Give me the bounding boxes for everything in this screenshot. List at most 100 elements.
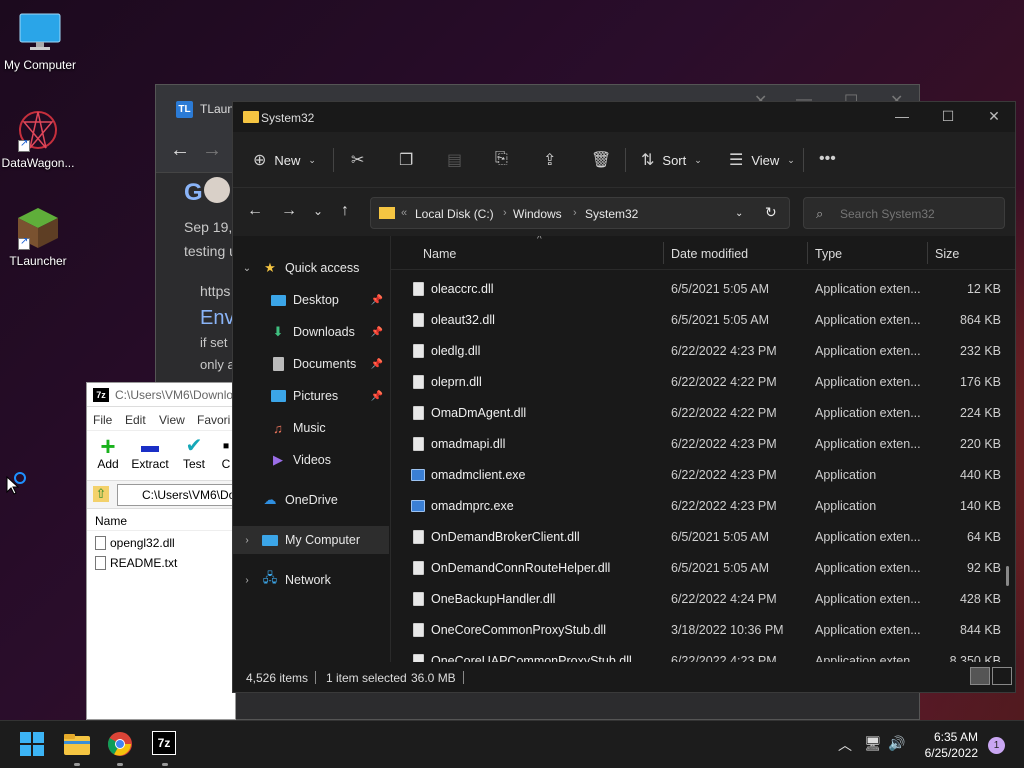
sidebar-item-pictures[interactable]: Pictures 📌: [233, 382, 389, 410]
overflow-chevron-icon[interactable]: «: [401, 207, 407, 219]
sidebar-item-desktop[interactable]: Desktop 📌: [233, 286, 389, 314]
search-input[interactable]: [840, 204, 990, 224]
breadcrumb-separator-icon[interactable]: ›: [573, 207, 577, 219]
maximize-button[interactable]: ☐: [925, 108, 971, 125]
sidebar-item-quick-access[interactable]: ⌄ ★ Quick access: [233, 254, 389, 282]
network-status-icon[interactable]: 🖥: [864, 735, 882, 752]
7zip-icon[interactable]: 7z: [152, 731, 180, 759]
back-icon[interactable]: ←: [247, 202, 263, 220]
table-row[interactable]: oleprn.dll 6/22/2022 4:22 PM Application e…: [391, 367, 1015, 398]
share-button[interactable]: ⇪: [543, 150, 556, 170]
address-bar[interactable]: « Local Disk (C:) › Windows › System32 ⌄…: [370, 197, 790, 229]
address-dropdown-chevron-icon[interactable]: ⌄: [735, 208, 743, 219]
column-resizer[interactable]: [927, 242, 928, 264]
table-row[interactable]: OneCoreCommonProxyStub.dll 3/18/2022 10:3…: [391, 615, 1015, 646]
table-row[interactable]: OneBackupHandler.dll 6/22/2022 4:24 PM App…: [391, 584, 1015, 615]
notification-badge[interactable]: 1: [988, 737, 1005, 754]
list-item[interactable]: opengl32.dll: [87, 531, 235, 551]
show-hidden-icons-chevron-icon[interactable]: ︿: [838, 735, 852, 755]
pin-icon[interactable]: 📌: [371, 391, 383, 402]
table-row[interactable]: omadmclient.exe 6/22/2022 4:23 PM Applicat…: [391, 460, 1015, 491]
delete-button[interactable]: 🗑: [591, 150, 611, 170]
column-header-name[interactable]: Name: [423, 247, 456, 261]
minimize-button[interactable]: —: [879, 108, 925, 124]
sidebar-item-onedrive[interactable]: ☁ OneDrive: [233, 486, 389, 514]
desktop-icon-tlauncher[interactable]: TLauncher: [0, 206, 78, 268]
sidebar-item-music[interactable]: ♫ Music: [233, 414, 389, 442]
up-arrow-icon[interactable]: ↑: [341, 202, 349, 220]
menu-file[interactable]: File: [93, 413, 112, 427]
table-row[interactable]: omadmprc.exe 6/22/2022 4:23 PM Application…: [391, 491, 1015, 522]
clock[interactable]: 6:35 AM 6/25/2022: [925, 729, 978, 761]
search-box[interactable]: ⌕: [803, 197, 1005, 229]
column-resizer[interactable]: [663, 242, 664, 264]
column-header-type[interactable]: Type: [815, 247, 842, 261]
new-button[interactable]: ⊕ New ⌄: [253, 150, 316, 170]
table-row[interactable]: oledlg.dll 6/22/2022 4:23 PM Application e…: [391, 336, 1015, 367]
extract-button[interactable]: Extract: [127, 435, 173, 471]
paste-button[interactable]: ▤: [447, 150, 462, 170]
sidebar-item-downloads[interactable]: ⬇ Downloads 📌: [233, 318, 389, 346]
column-resizer[interactable]: [807, 242, 808, 264]
sidebar-item-documents[interactable]: Documents 📌: [233, 350, 389, 378]
post-link[interactable]: https: [200, 283, 230, 299]
vertical-scrollbar[interactable]: [1006, 566, 1009, 586]
desktop-icon-my-computer[interactable]: My Computer: [0, 10, 80, 72]
chevron-right-icon[interactable]: ›: [233, 535, 261, 546]
chevron-down-icon[interactable]: ⌄: [233, 263, 261, 274]
table-row[interactable]: OmaDmAgent.dll 6/22/2022 4:22 PM Applicati…: [391, 398, 1015, 429]
folder-up-icon[interactable]: ⇧: [93, 486, 109, 502]
rename-button[interactable]: ⎘: [495, 150, 508, 168]
sort-button[interactable]: ⇅ Sort ⌄: [641, 150, 702, 170]
table-row[interactable]: OnDemandBrokerClient.dll 6/5/2021 5:05 AM…: [391, 522, 1015, 553]
chrome-icon[interactable]: [107, 731, 135, 759]
menu-view[interactable]: View: [159, 413, 185, 427]
table-row[interactable]: omadmapi.dll 6/22/2022 4:23 PM Application…: [391, 429, 1015, 460]
forward-icon[interactable]: →: [202, 139, 222, 162]
file-explorer-window[interactable]: System32 — ☐ ✕ ⊕ New ⌄ ✂ ❐ ▤ ⎘ ⇪ 🗑 ⇅ Sor…: [232, 101, 1016, 693]
pin-icon[interactable]: 📌: [371, 295, 383, 306]
list-item[interactable]: README.txt: [87, 551, 235, 571]
more-options-button[interactable]: •••: [819, 150, 836, 168]
sidebar-item-videos[interactable]: ▶ Videos: [233, 446, 389, 474]
add-button[interactable]: + Add: [85, 433, 131, 471]
menu-favorites[interactable]: Favori: [197, 413, 230, 427]
table-row[interactable]: oleaut32.dll 6/5/2021 5:05 AM Application …: [391, 305, 1015, 336]
breadcrumb-system32[interactable]: System32: [585, 207, 638, 221]
breadcrumb-windows[interactable]: Windows: [513, 207, 562, 221]
start-icon[interactable]: [19, 731, 47, 759]
7zip-window[interactable]: 7z C:\Users\VM6\Downlo File Edit View Fa…: [86, 382, 236, 720]
copy-button[interactable]: ❐: [399, 150, 413, 170]
sidebar-item-network[interactable]: › 🖧 Network: [233, 566, 389, 594]
details-view-icon[interactable]: [970, 667, 990, 685]
close-button[interactable]: ✕: [971, 108, 1017, 125]
tiles-view-icon[interactable]: [992, 667, 1012, 685]
table-row[interactable]: OnDemandConnRouteHelper.dll 6/5/2021 5:05…: [391, 553, 1015, 584]
browser-tab-title[interactable]: TLaun: [200, 102, 234, 116]
menu-edit[interactable]: Edit: [125, 413, 146, 427]
volume-icon[interactable]: 🔊: [888, 735, 905, 752]
breadcrumb-local-disk[interactable]: Local Disk (C:): [415, 207, 494, 221]
file-explorer-icon[interactable]: [63, 731, 91, 759]
table-row[interactable]: OneCoreUAPCommonProxyStub.dll 6/22/2022 4…: [391, 646, 1015, 662]
dll-file-icon: [413, 561, 424, 575]
refresh-icon[interactable]: ↻: [765, 204, 777, 221]
forward-icon[interactable]: →: [281, 202, 297, 220]
table-row[interactable]: oleaccrc.dll 6/5/2021 5:05 AM Application …: [391, 274, 1015, 305]
7zip-titlebar[interactable]: 7z C:\Users\VM6\Downlo: [87, 383, 235, 407]
7zip-path-input[interactable]: C:\Users\VM6\Do: [117, 484, 235, 506]
column-header-size[interactable]: Size: [935, 247, 959, 261]
pin-icon[interactable]: 📌: [371, 359, 383, 370]
desktop-icon-datawagon[interactable]: DataWagon...: [0, 108, 78, 170]
explorer-titlebar[interactable]: System32 — ☐ ✕: [233, 102, 1015, 132]
7zip-column-name[interactable]: Name: [87, 509, 235, 531]
sidebar-item-my-computer[interactable]: › My Computer: [233, 526, 389, 554]
pin-icon[interactable]: 📌: [371, 327, 383, 338]
view-button[interactable]: ☰ View ⌄: [729, 150, 795, 170]
back-icon[interactable]: ←: [170, 139, 190, 162]
column-header-date[interactable]: Date modified: [671, 247, 748, 261]
cut-button[interactable]: ✂: [351, 150, 364, 170]
recent-locations-chevron-icon[interactable]: ⌄: [313, 204, 323, 218]
chevron-right-icon[interactable]: ›: [233, 575, 261, 586]
breadcrumb-separator-icon[interactable]: ›: [503, 207, 507, 219]
